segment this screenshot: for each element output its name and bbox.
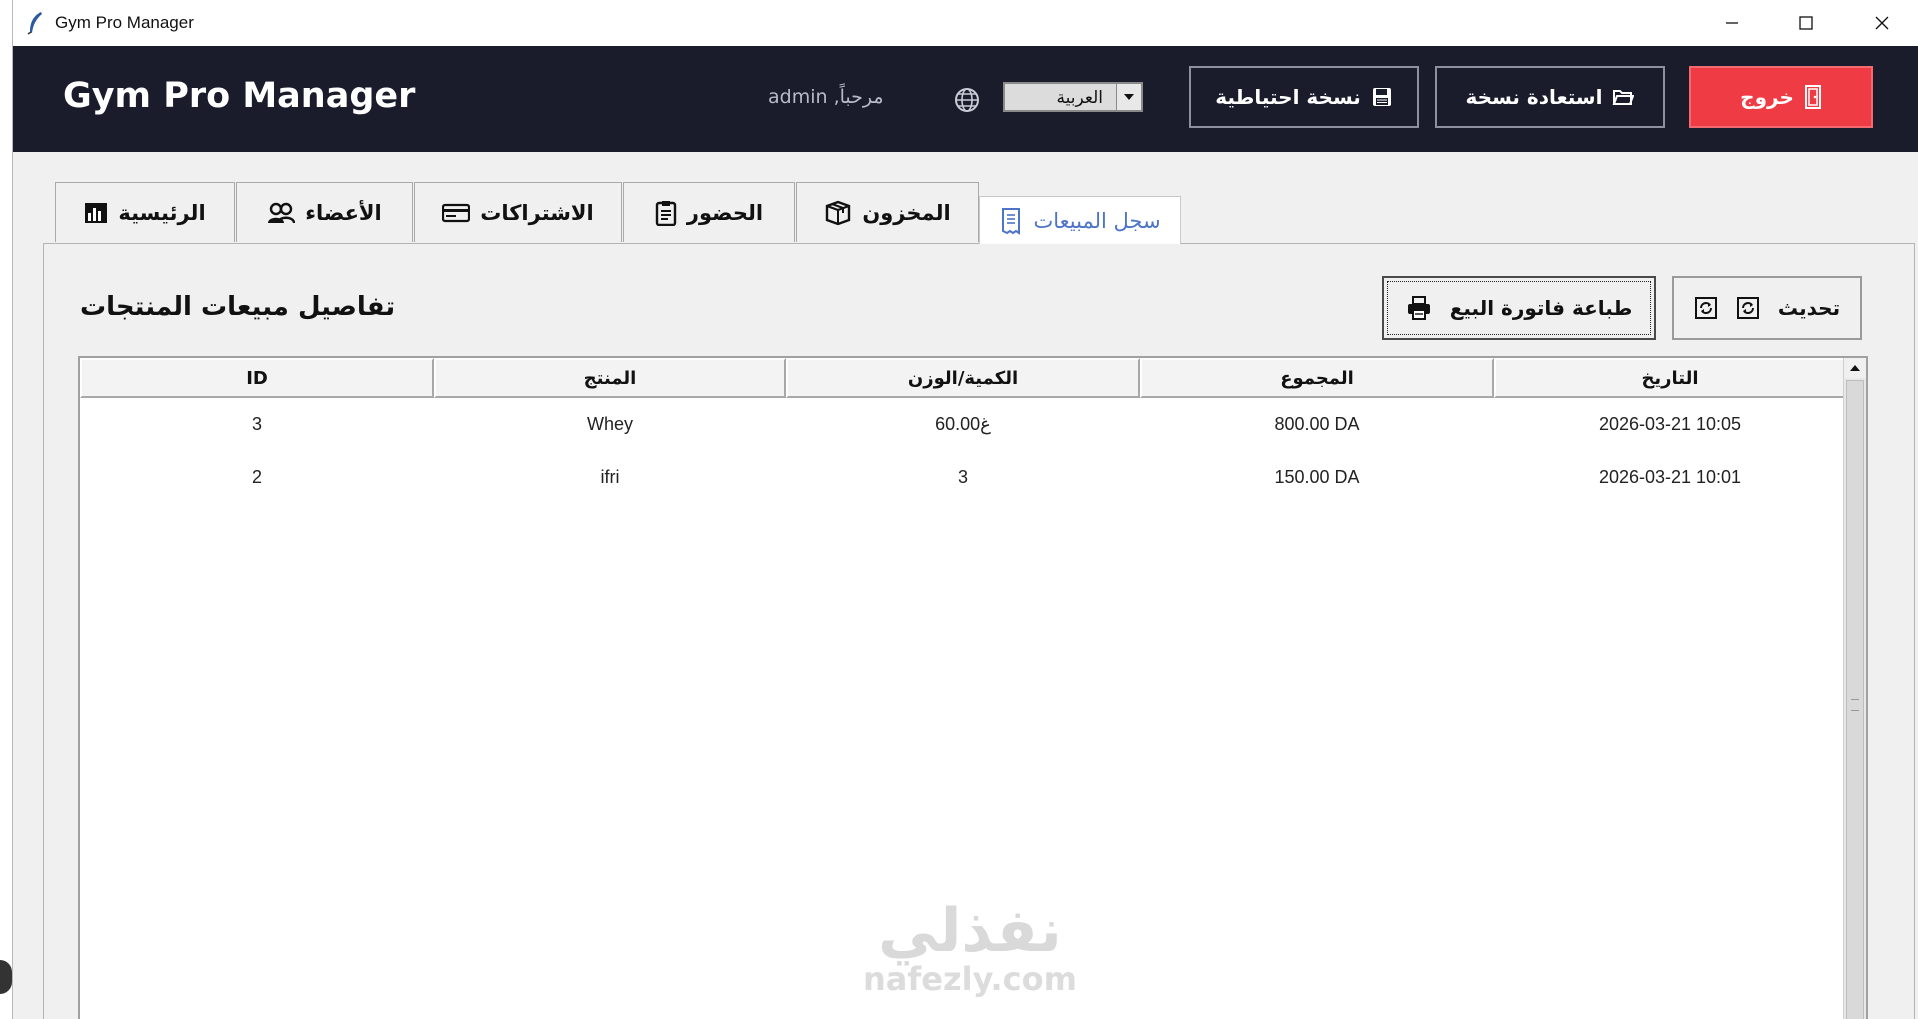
close-icon <box>1875 16 1889 30</box>
scroll-thumb[interactable] <box>1846 380 1864 1019</box>
table-row[interactable]: 3 Whey 60.00غ 800.00 DA 2026-03-21 10:05 <box>80 398 1846 451</box>
title-bar: Gym Pro Manager <box>13 0 1918 46</box>
refresh-icon <box>1694 297 1717 319</box>
refresh-button[interactable]: تحديث <box>1672 276 1862 340</box>
vertical-scrollbar[interactable] <box>1843 358 1866 1019</box>
scroll-up-icon[interactable] <box>1844 358 1866 378</box>
restore-label: استعادة نسخة <box>1465 85 1603 109</box>
language-select[interactable]: العربية <box>1003 82 1143 112</box>
tab-sales-log-label: سجل المبيعات <box>1033 208 1161 233</box>
brand-title: Gym Pro Manager <box>63 76 416 116</box>
tab-home-label: الرئيسية <box>118 200 206 225</box>
cell-date: 2026-03-21 10:01 <box>1598 467 1742 487</box>
minimize-icon <box>1726 22 1738 24</box>
tab-sales-log[interactable]: سجل المبيعات <box>979 196 1181 244</box>
window-title: Gym Pro Manager <box>55 13 194 32</box>
app-window: Gym Pro Manager Gym Pro Manager مرحباً, … <box>12 0 1918 1019</box>
maximize-button[interactable] <box>1769 0 1843 46</box>
column-header-quantity[interactable]: الكمية/الوزن <box>786 358 1140 398</box>
tab-inventory[interactable]: المخزون <box>796 182 979 242</box>
chevron-down-icon[interactable] <box>1116 84 1141 110</box>
refresh-icon <box>1736 297 1759 319</box>
clipboard-icon <box>655 200 677 226</box>
logout-button[interactable]: خروج <box>1689 66 1873 128</box>
floppy-disk-icon <box>1372 88 1391 106</box>
print-invoice-label: طباعة فاتورة البيع <box>1449 296 1633 320</box>
bar-chart-icon <box>85 202 108 223</box>
tab-attendance-label: الحضور <box>686 200 764 225</box>
maximize-icon <box>1799 16 1813 30</box>
language-value: العربية <box>1056 88 1103 108</box>
table-header: ID المنتج الكمية/الوزن المجموع التاريخ <box>80 358 1846 398</box>
tab-members-label: الأعضاء <box>305 200 382 225</box>
welcome-text: مرحباً, admin <box>768 86 884 108</box>
cell-id: 2 <box>251 467 262 487</box>
tab-inventory-label: المخزون <box>862 200 951 225</box>
print-invoice-button[interactable]: طباعة فاتورة البيع <box>1382 276 1656 340</box>
users-icon <box>268 202 296 223</box>
minimize-button[interactable] <box>1695 0 1769 46</box>
backup-button[interactable]: نسخة احتياطية <box>1189 66 1419 128</box>
table-row[interactable]: 2 ifri 3 150.00 DA 2026-03-21 10:01 <box>80 451 1846 504</box>
tab-members[interactable]: الأعضاء <box>236 182 413 242</box>
column-header-product[interactable]: المنتج <box>434 358 786 398</box>
logout-label: خروج <box>1740 85 1794 109</box>
sales-table: ID المنتج الكمية/الوزن المجموع التاريخ 3… <box>78 356 1868 1019</box>
card-icon <box>442 203 471 222</box>
folder-open-icon <box>1613 90 1635 105</box>
table-body: 3 Whey 60.00غ 800.00 DA 2026-03-21 10:05… <box>80 398 1846 504</box>
app-header: Gym Pro Manager مرحباً, admin العربية نس… <box>13 46 1918 152</box>
tab-subscriptions[interactable]: الاشتراكات <box>414 182 622 242</box>
refresh-label: تحديث <box>1777 296 1841 320</box>
main-tabs: الرئيسية الأعضاء الاشتراكات الحضور المخز… <box>43 182 1243 244</box>
tab-home[interactable]: الرئيسية <box>55 182 235 242</box>
cell-product: Whey <box>586 414 633 434</box>
column-header-id[interactable]: ID <box>80 358 434 398</box>
globe-icon <box>955 88 979 112</box>
cell-product: ifri <box>600 467 620 487</box>
backup-label: نسخة احتياطية <box>1215 85 1361 109</box>
cell-date: 2026-03-21 10:05 <box>1598 414 1742 434</box>
feather-icon <box>25 10 47 36</box>
close-button[interactable] <box>1845 0 1918 46</box>
printer-icon <box>1407 296 1430 320</box>
door-icon <box>1804 85 1821 109</box>
box-icon <box>826 200 851 225</box>
receipt-icon <box>1002 207 1021 235</box>
cell-total: 150.00 DA <box>1274 467 1360 487</box>
column-header-date[interactable]: التاريخ <box>1494 358 1846 398</box>
column-header-total[interactable]: المجموع <box>1140 358 1494 398</box>
sales-panel: تفاصيل مبيعات المنتجات طباعة فاتورة البي… <box>43 243 1915 1019</box>
tab-subscriptions-label: الاشتراكات <box>480 200 594 225</box>
page-title: تفاصيل مبيعات المنتجات <box>80 292 396 322</box>
restore-button[interactable]: استعادة نسخة <box>1435 66 1665 128</box>
cell-total: 800.00 DA <box>1274 414 1360 434</box>
edge-bubble <box>0 960 12 994</box>
cell-quantity: 3 <box>957 467 968 487</box>
tab-attendance[interactable]: الحضور <box>623 182 795 242</box>
cell-id: 3 <box>251 414 262 434</box>
cell-quantity: 60.00غ <box>935 414 991 434</box>
